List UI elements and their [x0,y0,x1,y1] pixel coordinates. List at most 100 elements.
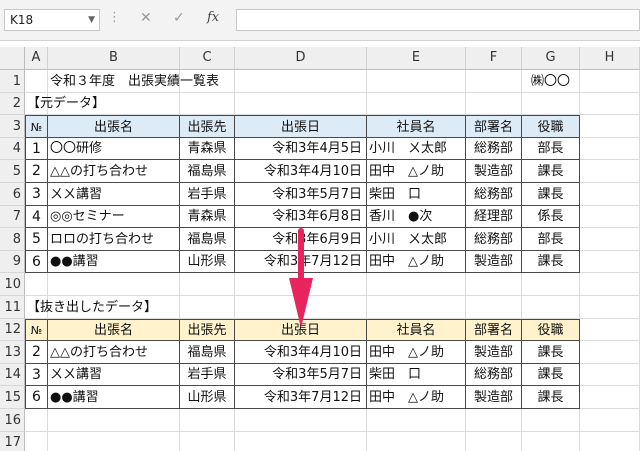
table-cell[interactable]: ◎◎セミナー [48,206,180,228]
cell[interactable] [466,70,522,93]
row-header-14[interactable]: 14 [0,364,25,386]
table-cell[interactable]: 課長 [522,364,580,386]
table-header[interactable]: 出張日 [235,115,367,138]
row-header-1[interactable]: 1 [0,70,25,93]
chevron-down-icon[interactable]: ▼ [88,10,95,30]
table-cell[interactable]: 総務部 [466,183,522,206]
table-cell[interactable]: 3 [25,183,48,206]
table-cell[interactable]: 令和3年5月7日 [235,183,367,206]
cell[interactable] [580,341,640,364]
section-label-extracted[interactable]: 【抜き出したデータ】 [25,296,157,319]
table-cell[interactable]: 小川 ㄨ太郎 [367,138,466,160]
insert-function-icon[interactable]: fx [207,10,219,25]
table-cell[interactable]: 令和3年4月10日 [235,160,367,183]
cell[interactable] [580,206,640,228]
table-cell[interactable]: 課長 [522,183,580,206]
cell[interactable] [367,93,466,115]
cell[interactable] [580,273,640,296]
cell[interactable] [580,138,640,160]
row-header-3[interactable]: 3 [0,115,25,138]
table-cell[interactable]: 岩手県 [180,183,235,206]
company-name[interactable]: ㈱〇〇 [522,70,580,93]
cell[interactable] [580,228,640,251]
table-cell[interactable]: 2 [25,160,48,183]
table-cell[interactable]: 田中 △ノ助 [367,341,466,364]
cell[interactable] [522,273,580,296]
row-header-11[interactable]: 11 [0,296,25,319]
cell[interactable] [48,409,180,432]
cell[interactable] [367,432,466,451]
column-header-g[interactable]: G [522,47,580,70]
cell[interactable] [580,296,640,319]
cell[interactable] [25,409,48,432]
section-label-source[interactable]: 【元データ】 [25,93,105,115]
cell[interactable] [25,432,48,451]
table-cell[interactable]: 柴田 口 [367,183,466,206]
table-cell[interactable]: 製造部 [466,386,522,409]
cell[interactable] [367,273,466,296]
row-header-15[interactable]: 15 [0,386,25,409]
table-cell[interactable]: 総務部 [466,138,522,160]
cell[interactable] [25,273,48,296]
sheet-title[interactable]: 令和３年度 出張実績一覧表 [48,70,219,93]
cell[interactable] [466,296,522,319]
table-cell[interactable]: 3 [25,364,48,386]
cell[interactable] [235,93,367,115]
row-header-9[interactable]: 9 [0,251,25,273]
row-header-17[interactable]: 17 [0,432,25,451]
table-header[interactable]: 出張先 [180,319,235,341]
row-header-7[interactable]: 7 [0,206,25,228]
cell[interactable] [580,364,640,386]
table-cell[interactable]: 6 [25,386,48,409]
column-header-h[interactable]: H [580,47,640,70]
row-header-8[interactable]: 8 [0,228,25,251]
cell[interactable] [235,409,367,432]
table-cell[interactable]: 総務部 [466,364,522,386]
table-header[interactable]: 社員名 [367,115,466,138]
table-header[interactable]: 出張名 [48,115,180,138]
table-cell[interactable]: 係長 [522,206,580,228]
table-header[interactable]: 出張名 [48,319,180,341]
table-cell[interactable]: 部長 [522,228,580,251]
table-cell[interactable]: 青森県 [180,206,235,228]
column-header-b[interactable]: B [48,47,180,70]
table-cell[interactable]: 田中 △ノ助 [367,160,466,183]
cell[interactable] [580,432,640,451]
table-cell[interactable]: 製造部 [466,251,522,273]
enter-icon[interactable]: ✓ [173,10,185,26]
table-cell[interactable]: 青森県 [180,138,235,160]
table-header[interactable]: 役職 [522,319,580,341]
table-cell[interactable]: 柴田 口 [367,364,466,386]
table-header[interactable]: 役職 [522,115,580,138]
row-header-12[interactable]: 12 [0,319,25,341]
table-cell[interactable]: 製造部 [466,341,522,364]
table-cell[interactable]: 山形県 [180,251,235,273]
column-header-a[interactable]: A [25,47,48,70]
table-header[interactable]: 社員名 [367,319,466,341]
name-box[interactable]: K18 ▼ [4,9,100,31]
cell[interactable] [180,93,235,115]
cell[interactable] [25,70,48,93]
table-cell[interactable]: 課長 [522,341,580,364]
cell[interactable] [180,409,235,432]
table-cell[interactable]: 1 [25,138,48,160]
column-header-f[interactable]: F [466,47,522,70]
more-options-icon[interactable]: ⋮ [108,11,121,25]
cell[interactable] [580,183,640,206]
table-cell[interactable]: 令和3年5月7日 [235,364,367,386]
row-header-5[interactable]: 5 [0,160,25,183]
table-cell[interactable]: 4 [25,206,48,228]
cell[interactable] [466,432,522,451]
table-cell[interactable]: 5 [25,228,48,251]
select-all-corner[interactable] [0,47,25,70]
row-header-4[interactable]: 4 [0,138,25,160]
cell[interactable] [235,70,367,93]
cell[interactable] [522,296,580,319]
table-cell[interactable]: 田中 △ノ助 [367,386,466,409]
table-cell[interactable]: 〇〇研修 [48,138,180,160]
column-header-d[interactable]: D [235,47,367,70]
table-cell[interactable]: 課長 [522,251,580,273]
cell[interactable] [522,93,580,115]
table-cell[interactable]: 香川 ●次 [367,206,466,228]
cell[interactable] [580,160,640,183]
